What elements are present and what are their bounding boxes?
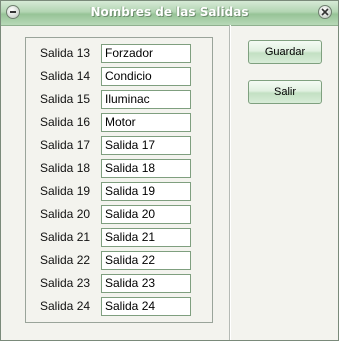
- output-name-field[interactable]: Forzador: [101, 44, 191, 63]
- save-button[interactable]: Guardar: [248, 40, 322, 64]
- window-title: Nombres de las Salidas: [90, 5, 249, 19]
- output-name-field[interactable]: Salida 24: [101, 297, 191, 316]
- output-name-field[interactable]: Salida 20: [101, 205, 191, 224]
- output-row: Salida 22 Salida 22: [26, 251, 212, 270]
- output-row: Salida 18 Salida 18: [26, 159, 212, 178]
- output-row: Salida 14 Condicio: [26, 67, 212, 86]
- window: Nombres de las Salidas Salida 13 Forzado…: [0, 0, 339, 341]
- output-name-field[interactable]: Salida 22: [101, 251, 191, 270]
- output-label: Salida 20: [40, 207, 91, 221]
- output-row: Salida 16 Motor: [26, 113, 212, 132]
- output-name-field[interactable]: Condicio: [101, 67, 191, 86]
- output-name-field[interactable]: Salida 21: [101, 228, 191, 247]
- output-label: Salida 17: [40, 138, 91, 152]
- output-name-field[interactable]: Salida 23: [101, 274, 191, 293]
- output-row: Salida 13 Forzador: [26, 44, 212, 63]
- output-label: Salida 24: [40, 299, 91, 313]
- output-label: Salida 14: [40, 69, 91, 83]
- output-label: Salida 13: [40, 46, 91, 60]
- output-label: Salida 22: [40, 253, 91, 267]
- outputs-group: Salida 13 Forzador Salida 14 Condicio Sa…: [25, 37, 213, 323]
- output-label: Salida 16: [40, 115, 91, 129]
- output-row: Salida 21 Salida 21: [26, 228, 212, 247]
- output-row: Salida 24 Salida 24: [26, 297, 212, 316]
- output-row: Salida 23 Salida 23: [26, 274, 212, 293]
- output-label: Salida 19: [40, 184, 91, 198]
- output-name-field[interactable]: Salida 17: [101, 136, 191, 155]
- output-name-field[interactable]: Salida 18: [101, 159, 191, 178]
- vertical-divider: [229, 25, 230, 340]
- output-name-field[interactable]: Motor: [101, 113, 191, 132]
- title-bar[interactable]: Nombres de las Salidas: [1, 1, 338, 26]
- close-icon[interactable]: [318, 5, 332, 19]
- output-label: Salida 18: [40, 161, 91, 175]
- exit-button[interactable]: Salir: [248, 80, 322, 104]
- output-row: Salida 20 Salida 20: [26, 205, 212, 224]
- output-name-field[interactable]: Salida 19: [101, 182, 191, 201]
- output-row: Salida 15 Iluminac: [26, 90, 212, 109]
- output-row: Salida 19 Salida 19: [26, 182, 212, 201]
- output-label: Salida 15: [40, 92, 91, 106]
- output-name-field[interactable]: Iluminac: [101, 90, 191, 109]
- output-row: Salida 17 Salida 17: [26, 136, 212, 155]
- output-label: Salida 21: [40, 230, 91, 244]
- output-label: Salida 23: [40, 276, 91, 290]
